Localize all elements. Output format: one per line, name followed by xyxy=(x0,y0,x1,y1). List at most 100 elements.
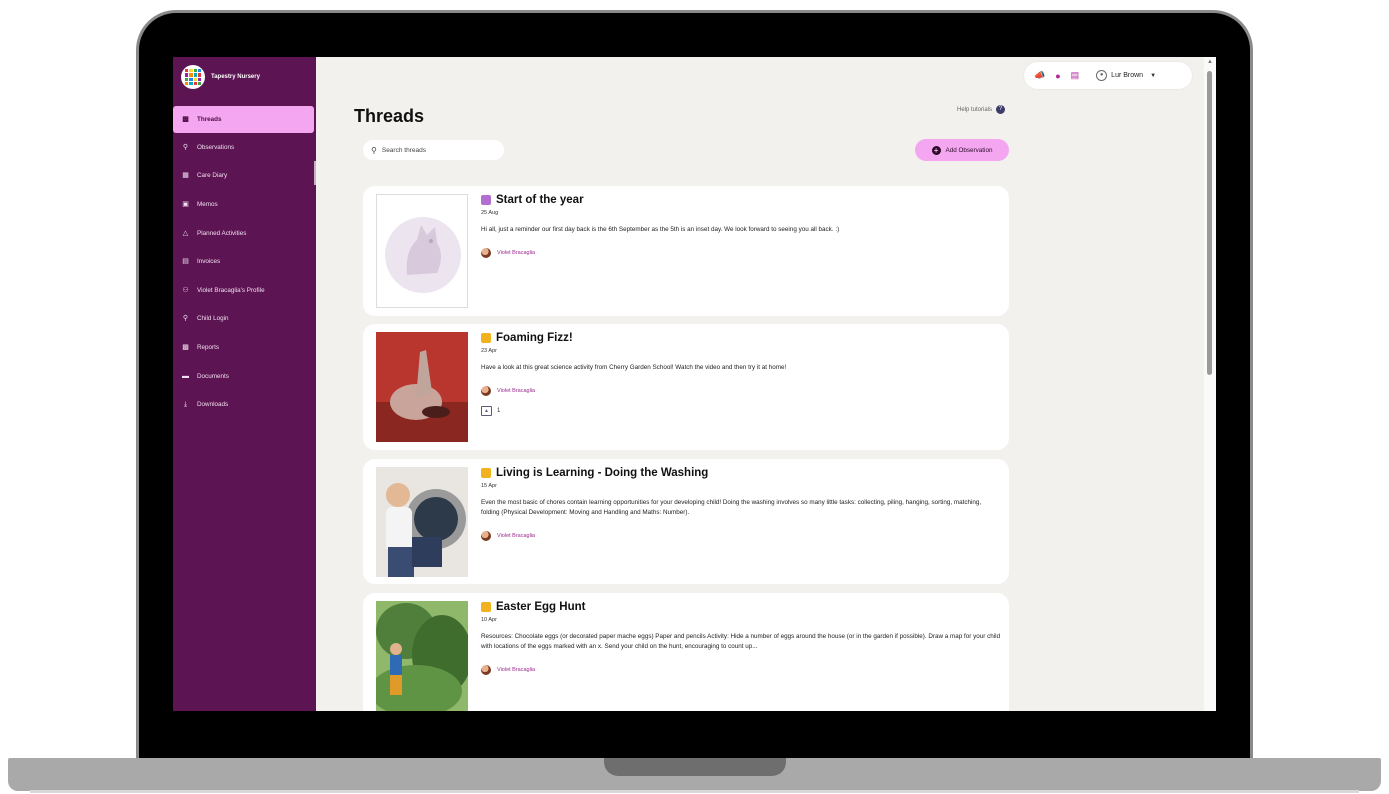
observations-icon: ⚲ xyxy=(182,143,189,151)
sidebar-item-reports[interactable]: ▩ Reports xyxy=(173,333,316,362)
help-icon: ? xyxy=(996,105,1006,114)
sidebar-item-label: Care Diary xyxy=(197,172,228,180)
thread-date: 25 Aug xyxy=(481,210,499,216)
sidebar: Tapestry Nursery ▩ Threads ⚲ Observation… xyxy=(173,57,316,711)
scrollbar[interactable]: ▲ xyxy=(1204,57,1216,711)
thread-author-name: Violet Bracaglia xyxy=(497,250,536,256)
sidebar-item-documents[interactable]: ▬ Documents xyxy=(173,362,316,391)
message-icon[interactable]: ▤ xyxy=(1071,70,1080,81)
thread-body: Easter Egg Hunt 10 Apr Resources: Chocol… xyxy=(481,601,1001,675)
thread-card[interactable]: Easter Egg Hunt 10 Apr Resources: Chocol… xyxy=(363,593,1009,711)
thread-author[interactable]: Violet Bracaglia xyxy=(481,531,1001,541)
sidebar-item-label: Invoices xyxy=(197,258,221,266)
sidebar-item-profile[interactable]: ⚇ Violet Bracaglia's Profile xyxy=(173,276,316,305)
scroll-thumb[interactable] xyxy=(1207,71,1212,375)
sidebar-item-label: Child Login xyxy=(197,315,229,323)
thread-thumbnail xyxy=(376,194,468,308)
activity-tag-icon xyxy=(481,333,491,343)
thread-title-text: Foaming Fizz! xyxy=(496,332,573,344)
threads-icon: ▩ xyxy=(182,116,189,123)
avatar xyxy=(481,248,491,258)
sidebar-item-label: Documents xyxy=(197,372,229,380)
thread-text: Resources: Chocolate eggs (or decorated … xyxy=(481,633,1001,650)
sidebar-item-downloads[interactable]: ⤓ Downloads xyxy=(173,390,316,419)
thread-text: Even the most basic of chores contain le… xyxy=(481,499,982,516)
user-name: Lur Brown xyxy=(1111,72,1144,79)
sidebar-item-memos[interactable]: ▣ Memos xyxy=(173,190,316,219)
thread-body: Foaming Fizz! 23 Apr Have a look at this… xyxy=(481,332,1001,416)
sidebar-nav: ▩ Threads ⚲ Observations ▦ Care Diary ▣ … xyxy=(173,106,316,419)
thread-author-name: Violet Bracaglia xyxy=(497,388,536,394)
thread-title[interactable]: Living is Learning - Doing the Washing xyxy=(481,467,1001,479)
brand[interactable]: Tapestry Nursery xyxy=(181,65,260,89)
chevron-down-icon: ▼ xyxy=(1150,72,1157,79)
reports-icon: ▩ xyxy=(182,343,189,351)
page-title: Threads xyxy=(354,106,425,126)
scroll-up-icon[interactable]: ▲ xyxy=(1207,59,1213,65)
sidebar-item-threads[interactable]: ▩ Threads xyxy=(173,106,314,133)
key-icon: ⚲ xyxy=(182,315,189,323)
thread-title[interactable]: Start of the year xyxy=(481,194,1001,206)
thread-author-name: Violet Bracaglia xyxy=(497,533,536,539)
thread-thumbnail xyxy=(376,332,468,442)
thread-card[interactable]: Living is Learning - Doing the Washing 1… xyxy=(363,459,1009,584)
sidebar-item-care-diary[interactable]: ▦ Care Diary xyxy=(173,162,316,191)
sidebar-item-child-login[interactable]: ⚲ Child Login xyxy=(173,305,316,334)
profile-icon: ⚇ xyxy=(182,286,189,294)
sidebar-item-invoices[interactable]: ▤ Invoices xyxy=(173,247,316,276)
add-observation-label: Add Observation xyxy=(945,146,993,154)
laptop-shadow xyxy=(30,790,1359,793)
sidebar-item-label: Memos xyxy=(197,200,218,208)
sidebar-item-observations[interactable]: ⚲ Observations xyxy=(173,133,316,162)
activity-tag-icon xyxy=(481,468,491,478)
thread-title[interactable]: Easter Egg Hunt xyxy=(481,601,1001,613)
thread-author-name: Violet Bracaglia xyxy=(497,667,536,673)
add-observation-button[interactable]: + Add Observation xyxy=(915,139,1009,161)
user-menu[interactable]: ● Lur Brown ▼ xyxy=(1096,70,1156,81)
photo-image xyxy=(376,332,468,442)
thread-body: Start of the year 25 Aug Hi all, just a … xyxy=(481,194,1001,258)
sidebar-item-label: Reports xyxy=(197,343,220,351)
placeholder-image-icon xyxy=(385,217,461,293)
bell-icon[interactable]: ● xyxy=(1055,71,1060,81)
user-icon: ● xyxy=(1096,70,1108,81)
search-input[interactable] xyxy=(381,146,492,154)
memos-icon: ▣ xyxy=(182,200,189,208)
tapestry-logo-icon xyxy=(181,65,205,89)
thread-thumbnail xyxy=(376,467,468,577)
activity-tag-icon xyxy=(481,602,491,612)
help-tutorials-link[interactable]: Help tutorials ? xyxy=(957,105,1006,114)
thread-title[interactable]: Foaming Fizz! xyxy=(481,332,1001,344)
sidebar-item-planned-activities[interactable]: △ Planned Activities xyxy=(173,219,316,248)
megaphone-icon[interactable]: 📣 xyxy=(1034,70,1045,81)
thread-thumbnail xyxy=(376,601,468,711)
avatar xyxy=(481,386,491,396)
thread-text: Hi all, just a reminder our first day ba… xyxy=(481,226,840,233)
thread-author[interactable]: Violet Bracaglia xyxy=(481,248,1001,258)
thread-date: 15 Apr xyxy=(481,483,497,489)
avatar xyxy=(481,665,491,675)
download-icon: ⤓ xyxy=(183,401,188,409)
thread-date: 23 Apr xyxy=(481,348,497,354)
avatar xyxy=(481,531,491,541)
memo-tag-icon xyxy=(481,195,491,205)
app-screen: Tapestry Nursery ▩ Threads ⚲ Observation… xyxy=(173,57,1216,711)
thread-body: Living is Learning - Doing the Washing 1… xyxy=(481,467,1001,541)
search-icon: ⚲ xyxy=(371,145,377,155)
thread-text: Have a look at this great science activi… xyxy=(481,364,787,371)
top-bar: 📣 ● ▤ ● Lur Brown ▼ xyxy=(1024,62,1192,89)
sidebar-item-label: Downloads xyxy=(197,401,229,409)
thread-card[interactable]: Start of the year 25 Aug Hi all, just a … xyxy=(363,186,1009,316)
attachment-count[interactable]: ▲ 1 xyxy=(481,406,1001,416)
thread-author[interactable]: Violet Bracaglia xyxy=(481,386,1001,396)
plus-circle-icon: + xyxy=(931,145,941,155)
attachment-count-value: 1 xyxy=(497,408,501,414)
search-box: ⚲ xyxy=(363,140,504,160)
thread-author[interactable]: Violet Bracaglia xyxy=(481,665,1001,675)
sidebar-item-label: Threads xyxy=(197,116,222,123)
planned-activities-icon: △ xyxy=(182,229,189,237)
thread-title-text: Start of the year xyxy=(496,194,584,206)
photo-image xyxy=(376,467,468,577)
thread-card[interactable]: Foaming Fizz! 23 Apr Have a look at this… xyxy=(363,324,1009,450)
sidebar-scroll-marker xyxy=(314,161,316,185)
